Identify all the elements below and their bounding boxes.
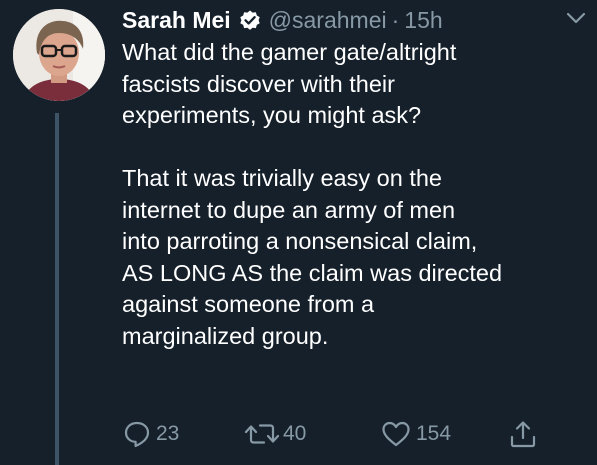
- share-icon: [507, 418, 539, 450]
- avatar-photo: [13, 9, 105, 101]
- avatar[interactable]: [13, 9, 105, 101]
- reply-count: 23: [156, 422, 180, 445]
- tweet[interactable]: Sarah Mei @sarahmei · 15h What did the g…: [0, 0, 597, 465]
- author-handle[interactable]: @sarahmei: [269, 7, 387, 34]
- header-separator: ·: [391, 6, 400, 33]
- retweet-button[interactable]: 40: [242, 417, 306, 451]
- tweet-actions: 23 40 154: [122, 417, 592, 451]
- chevron-down-icon[interactable]: [565, 9, 587, 27]
- reply-button[interactable]: 23: [122, 417, 179, 451]
- author-name[interactable]: Sarah Mei: [122, 7, 231, 34]
- timestamp[interactable]: 15h: [404, 7, 442, 34]
- retweet-icon: [242, 419, 282, 449]
- like-count: 154: [416, 422, 452, 445]
- reply-icon: [122, 419, 152, 449]
- thread-line: [55, 113, 59, 465]
- tweet-header: Sarah Mei @sarahmei · 15h: [122, 4, 443, 36]
- retweet-count: 40: [283, 422, 307, 445]
- like-button[interactable]: 154: [380, 417, 451, 451]
- heart-icon: [380, 419, 412, 449]
- verified-badge-icon: [238, 8, 262, 32]
- tweet-text: What did the gamer gate/altright fascist…: [122, 39, 503, 349]
- share-button[interactable]: [507, 417, 539, 451]
